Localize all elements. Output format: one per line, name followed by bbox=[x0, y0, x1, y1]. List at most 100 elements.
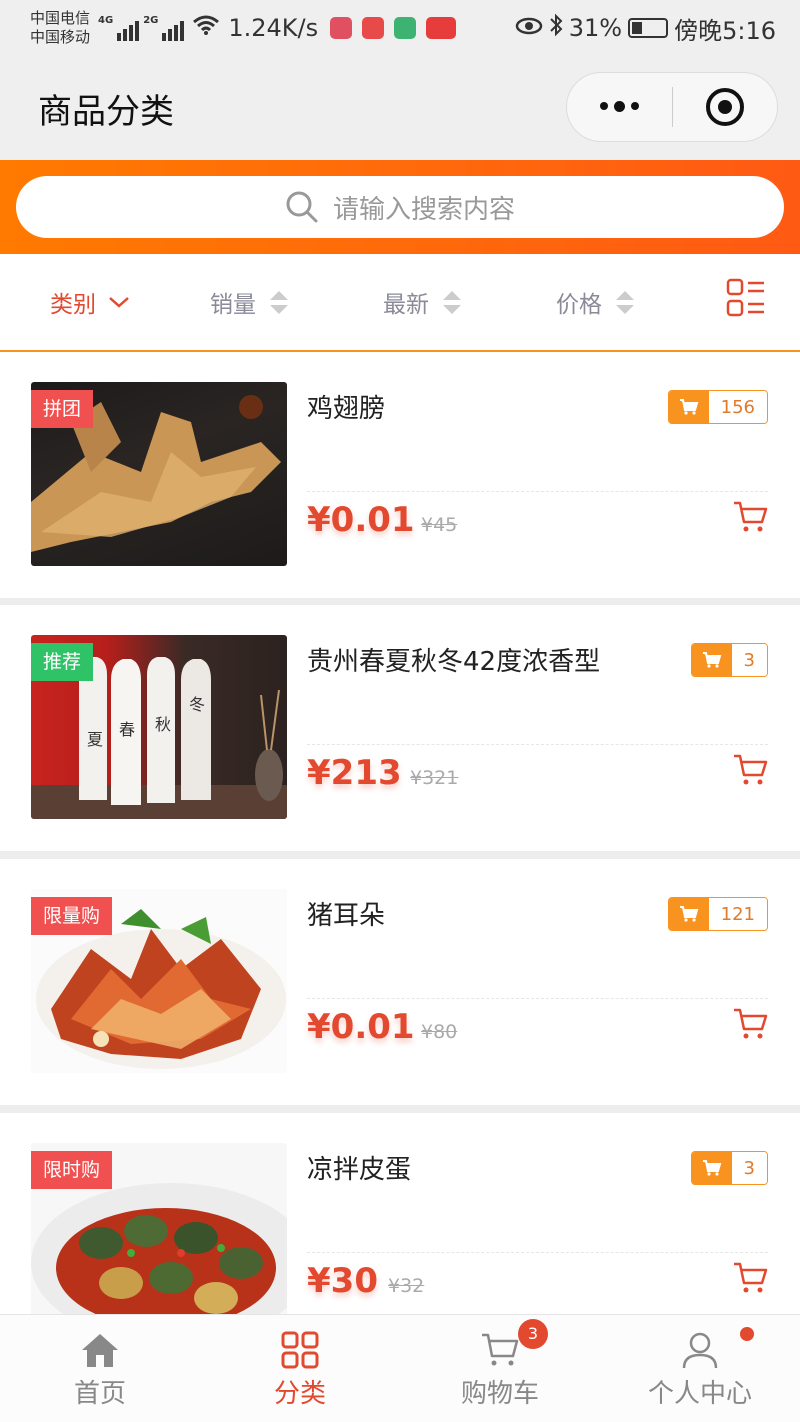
original-price: ¥32 bbox=[388, 1275, 425, 1297]
add-to-cart-button[interactable] bbox=[732, 500, 768, 538]
clock: 傍晚5:16 bbox=[674, 16, 776, 45]
promo-tag: 限量购 bbox=[31, 897, 113, 935]
divider bbox=[307, 744, 768, 745]
product-price: ¥30 bbox=[307, 1261, 378, 1301]
add-to-cart-button[interactable] bbox=[732, 1261, 768, 1299]
filter-price-label: 价格 bbox=[556, 292, 602, 318]
tab-category-label: 分类 bbox=[273, 1379, 326, 1409]
carrier-info: 中国电信 中国移动 bbox=[30, 9, 90, 47]
battery-icon bbox=[628, 18, 669, 38]
product-image[interactable]: 限时购 bbox=[31, 1143, 287, 1327]
filter-price[interactable]: 价格 bbox=[556, 254, 634, 350]
headset-app-icon bbox=[394, 17, 417, 39]
sold-count: 156 bbox=[708, 391, 767, 423]
filter-newest[interactable]: 最新 bbox=[383, 254, 461, 350]
grid-icon bbox=[281, 1331, 319, 1369]
product-image[interactable]: 夏 春 秋 冬 推荐 bbox=[31, 635, 287, 819]
original-price: ¥321 bbox=[410, 767, 459, 789]
sold-count: 3 bbox=[731, 1152, 767, 1184]
product-price: ¥0.01 bbox=[307, 500, 415, 540]
status-right: 31% 傍晚5:16 bbox=[515, 11, 776, 46]
home-icon bbox=[82, 1334, 118, 1367]
tab-profile-label: 个人中心 bbox=[647, 1379, 752, 1409]
sort-icon bbox=[443, 290, 461, 314]
tab-home[interactable]: 首页 bbox=[0, 1315, 200, 1422]
sold-count-badge: 3 bbox=[690, 643, 768, 677]
tab-cart[interactable]: 购物车 3 bbox=[400, 1315, 600, 1422]
list-layout-toggle[interactable] bbox=[726, 278, 766, 322]
product-card[interactable]: 拼团 鸡翅膀 156 ¥0.01 ¥45 bbox=[0, 352, 800, 598]
bottom-tab-bar: 首页 分类 购物车 3 个人中心 bbox=[0, 1314, 800, 1422]
tab-category[interactable]: 分类 bbox=[200, 1315, 400, 1422]
search-input[interactable]: 请输入搜索内容 bbox=[16, 176, 784, 238]
svg-text:春: 春 bbox=[119, 720, 135, 739]
close-miniapp-button[interactable] bbox=[672, 88, 777, 126]
search-placeholder: 请输入搜索内容 bbox=[332, 194, 515, 225]
svg-text:夏: 夏 bbox=[87, 730, 103, 749]
chevron-down-icon bbox=[109, 297, 129, 308]
cart-mini-icon bbox=[668, 898, 709, 930]
cart-icon bbox=[734, 754, 768, 785]
miniapp-capsule bbox=[566, 72, 778, 142]
sold-count-badge: 3 bbox=[690, 1151, 768, 1185]
user-icon bbox=[682, 1332, 718, 1369]
add-to-cart-button[interactable] bbox=[732, 753, 768, 791]
product-title[interactable]: 猪耳朵 bbox=[307, 895, 385, 932]
divider bbox=[307, 491, 768, 492]
sort-icon bbox=[270, 290, 288, 314]
eye-icon bbox=[515, 14, 543, 42]
notification-dot bbox=[740, 1327, 754, 1341]
cart-icon bbox=[734, 1008, 768, 1039]
filter-sales-label: 销量 bbox=[210, 292, 256, 318]
product-card[interactable]: 限量购 猪耳朵 121 ¥0.01 ¥80 bbox=[0, 859, 800, 1105]
bluetooth-icon bbox=[549, 13, 563, 43]
original-price: ¥80 bbox=[421, 1021, 458, 1043]
wifi-icon bbox=[192, 14, 220, 42]
product-image[interactable]: 限量购 bbox=[31, 889, 287, 1073]
tab-profile[interactable]: 个人中心 bbox=[600, 1315, 800, 1422]
promo-tag: 拼团 bbox=[31, 390, 94, 428]
product-title[interactable]: 贵州春夏秋冬42度浓香型 bbox=[307, 641, 600, 678]
product-card[interactable]: 夏 春 秋 冬 推荐 贵州春夏秋冬42度浓香型 3 ¥213 ¥321 bbox=[0, 605, 800, 851]
battery-percent: 31% bbox=[568, 14, 623, 42]
carrier-2: 中国移动 bbox=[30, 28, 91, 46]
add-to-cart-button[interactable] bbox=[732, 1007, 768, 1045]
filter-newest-label: 最新 bbox=[383, 292, 429, 318]
net-speed: 1.24K/s bbox=[228, 14, 319, 42]
carrier-1: 中国电信 bbox=[30, 9, 91, 27]
promo-tag: 限时购 bbox=[31, 1151, 113, 1189]
cart-icon bbox=[734, 1262, 768, 1293]
sold-count: 3 bbox=[731, 644, 767, 676]
signal-4g-icon: 4G bbox=[98, 15, 140, 41]
svg-text:秋: 秋 bbox=[155, 715, 171, 734]
sold-count: 121 bbox=[708, 898, 767, 930]
filter-bar: 类别 销量 最新 价格 bbox=[0, 254, 800, 352]
filter-sales[interactable]: 销量 bbox=[210, 254, 288, 350]
more-icon[interactable] bbox=[567, 100, 672, 112]
cart-mini-icon bbox=[668, 391, 709, 423]
divider bbox=[307, 1252, 768, 1253]
promo-tag: 推荐 bbox=[31, 643, 94, 681]
product-price: ¥0.01 bbox=[307, 1007, 415, 1047]
news-app-icon bbox=[426, 17, 457, 39]
tab-cart-label: 购物车 bbox=[460, 1379, 539, 1409]
tab-home-label: 首页 bbox=[73, 1379, 126, 1409]
original-price: ¥45 bbox=[421, 514, 458, 536]
book-app-icon bbox=[362, 17, 385, 39]
product-price: ¥213 bbox=[307, 753, 402, 793]
cart-mini-icon bbox=[691, 644, 732, 676]
search-icon bbox=[286, 191, 318, 223]
nav-header: 商品分类 bbox=[0, 56, 800, 160]
product-image[interactable]: 拼团 bbox=[31, 382, 287, 566]
target-icon bbox=[705, 88, 744, 126]
cart-icon bbox=[482, 1333, 519, 1366]
sort-icon bbox=[616, 290, 634, 314]
search-area: 请输入搜索内容 bbox=[0, 160, 800, 254]
product-title[interactable]: 凉拌皮蛋 bbox=[307, 1149, 411, 1186]
product-title[interactable]: 鸡翅膀 bbox=[307, 388, 385, 425]
signal-2g-icon: 2G bbox=[143, 15, 185, 41]
cart-badge: 3 bbox=[518, 1319, 548, 1349]
list-layout-icon bbox=[726, 278, 764, 317]
page-title: 商品分类 bbox=[38, 91, 174, 132]
filter-category[interactable]: 类别 bbox=[50, 254, 130, 350]
